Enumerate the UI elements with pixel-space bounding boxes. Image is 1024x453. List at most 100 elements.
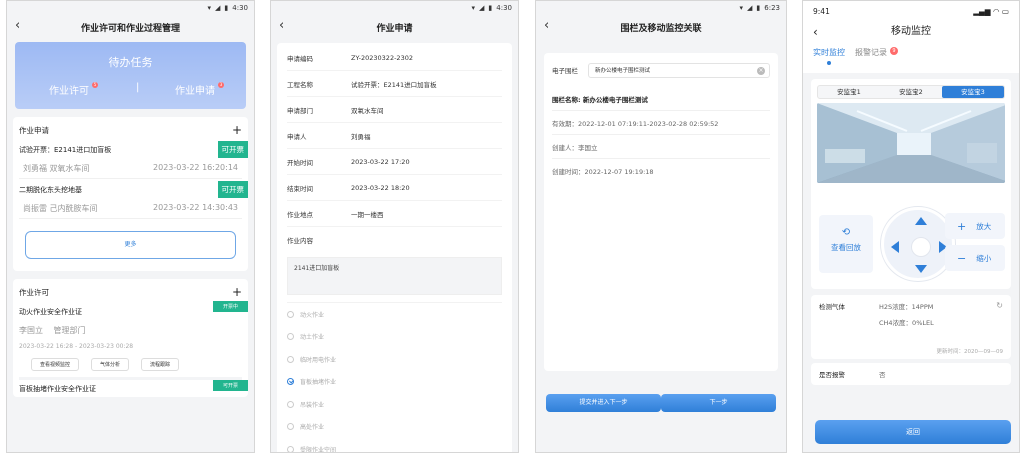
item-time: 2023-03-22 14:30:43 <box>153 203 238 212</box>
field-end-time[interactable]: 结束时间 2023-03-22 18:20 <box>287 175 502 201</box>
updated-time: 更新时间：2020—09—09 <box>936 349 1004 355</box>
status-icons: ▂▄▆ ◠ ▭ <box>973 7 1009 16</box>
field-value: 2023-03-22 18:20 <box>351 183 410 192</box>
add-apply-icon[interactable]: + <box>232 123 242 137</box>
plus-icon: + <box>957 219 967 233</box>
todo-banner: 待办任务 作业许可5 | 作业申请3 <box>15 42 246 109</box>
camera-tab-3[interactable]: 安监宝3 <box>942 86 1004 98</box>
battery-icon: ▮ <box>756 4 761 12</box>
status-bar: ▾ ◢ ▮ 4:30 <box>7 1 254 15</box>
apply-section: 作业申请 + 试验开票：E2141进口加盲板 可开票 刘勇福 双氧水车间 202… <box>13 117 248 271</box>
list-item[interactable]: 试验开票：E2141进口加盲板 可开票 刘勇福 双氧水车间 2023-03-22… <box>19 139 248 179</box>
h2s-value: H2S浓度：14PPM <box>879 303 934 311</box>
status-bar: ▾ ◢ ▮ 6:23 <box>536 1 786 15</box>
option-earthwork[interactable]: 动土作业 <box>287 326 502 349</box>
field-dept: 申请部门 双氧水车间 <box>287 97 502 123</box>
submit-next-button[interactable]: 提交并进入下一步 <box>546 394 661 412</box>
field-start-time[interactable]: 开始时间 2023-03-22 17:20 <box>287 149 502 175</box>
todo-permit-badge: 5 <box>92 82 98 88</box>
tab-live[interactable]: 实时监控 <box>813 47 845 65</box>
field-value: 双氧水车间 <box>351 106 384 115</box>
application-form: 申请编码 ZY-20230322-2302 工程名称 试验开票：E2141进口加盲板… <box>277 43 512 452</box>
more-button[interactable]: 更多 <box>25 231 236 259</box>
tabs: 实时监控 报警记录 9 <box>803 43 1019 73</box>
battery-icon: ▭ <box>1001 6 1009 16</box>
todo-apply-link[interactable]: 作业申请3 <box>175 82 224 97</box>
down-arrow-icon[interactable] <box>915 265 927 273</box>
zoom-in-label: 放大 <box>976 221 992 231</box>
field-label: 开始时间 <box>287 158 313 167</box>
permit-section: 作业许可 + 动火作业安全作业证 开票中 李国立 管理部门 2023-03-22… <box>13 279 248 397</box>
fence-label: 电子围栏 <box>552 67 578 75</box>
add-permit-icon[interactable]: + <box>232 285 242 299</box>
zoom-in-button[interactable]: + 放大 <box>945 213 1005 239</box>
video-feed[interactable] <box>817 103 1005 183</box>
up-arrow-icon[interactable] <box>915 217 927 225</box>
list-item[interactable]: 二期脱化东头挖地基 可开票 尚振雷 己内酰胺车间 2023-03-22 14:3… <box>19 179 248 219</box>
list-item[interactable]: 动火作业安全作业证 开票中 李国立 管理部门 2023-03-22 16:28 … <box>19 301 248 377</box>
ptz-dpad <box>881 207 955 281</box>
camera-switch: 安监宝1 安监宝2 安监宝3 <box>817 85 1005 99</box>
field-location[interactable]: 作业地点 一期一楼西 <box>287 201 502 227</box>
permit-section-title: 作业许可 <box>19 287 49 297</box>
option-label: 盲板抽堵作业 <box>300 379 337 387</box>
field-value: 一期一楼西 <box>351 210 384 219</box>
refresh-icon[interactable]: ↻ <box>996 301 1003 310</box>
left-arrow-icon[interactable] <box>891 241 899 253</box>
alarm-panel: 是否报警 否 <box>811 363 1011 385</box>
status-badge: 可开票 <box>212 380 248 391</box>
playback-button[interactable]: ⟲ 查看回放 <box>819 215 873 273</box>
option-blind-plate[interactable]: 盲板抽堵作业 <box>287 371 502 394</box>
option-confined[interactable]: 受限作业空间 <box>287 438 502 452</box>
status-bar: ▾ ◢ ▮ 4:30 <box>271 1 518 15</box>
nav-bar: ‹ 作业申请 <box>271 15 518 39</box>
back-icon[interactable]: ‹ <box>544 18 549 33</box>
divider <box>287 295 502 303</box>
gas-analysis-button[interactable]: 气体分析 <box>91 358 130 371</box>
status-badge: 开票中 <box>212 301 248 312</box>
tab-alarm[interactable]: 报警记录 9 <box>855 47 898 58</box>
option-temp-power[interactable]: 临时用电作业 <box>287 348 502 371</box>
camera-tab-2[interactable]: 安监宝2 <box>880 86 942 98</box>
ch4-value: CH4浓度：0%LEL <box>879 319 934 327</box>
option-hoisting[interactable]: 吊装作业 <box>287 393 502 416</box>
back-icon[interactable]: ‹ <box>15 18 20 33</box>
alarm-value: 否 <box>879 371 886 379</box>
option-height[interactable]: 高处作业 <box>287 416 502 439</box>
page-title: 移动监控 <box>891 26 931 37</box>
wifi-icon: ▾ <box>739 4 744 12</box>
field-value: 2023-03-22 17:20 <box>351 157 410 166</box>
field-label: 作业内容 <box>287 237 313 245</box>
field-value: 刘勇福 <box>351 132 371 141</box>
return-button[interactable]: 返回 <box>815 420 1011 444</box>
process-track-button[interactable]: 流程跟踪 <box>141 358 180 371</box>
back-icon[interactable]: ‹ <box>813 21 818 43</box>
radio-icon <box>287 310 294 318</box>
camera-tab-1[interactable]: 安监宝1 <box>818 86 880 98</box>
ptz-center-button[interactable] <box>911 237 931 257</box>
content-textarea[interactable]: 2141进口加盲板 <box>287 257 502 295</box>
field-value: ZY-20230322-2302 <box>351 53 413 62</box>
zoom-out-button[interactable]: − 缩小 <box>945 245 1005 271</box>
fence-card: 电子围栏 新办公楼电子围栏测试 × 围栏名称: 新办公楼电子围栏测试 有效期：2… <box>544 53 778 371</box>
radio-icon <box>287 445 294 452</box>
option-label: 动土作业 <box>300 334 325 342</box>
page-title: 作业申请 <box>376 23 413 34</box>
wifi-icon: ▾ <box>207 4 212 12</box>
fence-select[interactable]: 新办公楼电子围栏测试 × <box>588 62 770 78</box>
video-monitor-button[interactable]: 查看视频监控 <box>31 358 80 371</box>
apply-section-title: 作业申请 <box>19 125 49 135</box>
clear-icon[interactable]: × <box>757 66 765 75</box>
next-button[interactable]: 下一步 <box>661 394 776 412</box>
monitor-panel: 安监宝1 安监宝2 安监宝3 ⟲ 查看回放 + 放大 − 缩小 <box>811 79 1011 289</box>
back-icon[interactable]: ‹ <box>279 18 284 33</box>
gas-values: H2S浓度：14PPM CH4浓度：0%LEL <box>879 301 934 327</box>
wifi-icon: ◠ <box>992 6 1000 16</box>
item-person: 尚振雷 己内酰胺车间 <box>23 204 98 213</box>
item-dept: 管理部门 <box>53 326 86 335</box>
radio-icon <box>287 355 294 363</box>
list-item[interactable]: 盲板抽堵作业安全作业证 可开票 <box>19 377 248 393</box>
option-hot-work[interactable]: 动火作业 <box>287 303 502 326</box>
todo-permit-link[interactable]: 作业许可5 <box>49 82 98 97</box>
tab-alarm-label: 报警记录 <box>855 48 887 57</box>
